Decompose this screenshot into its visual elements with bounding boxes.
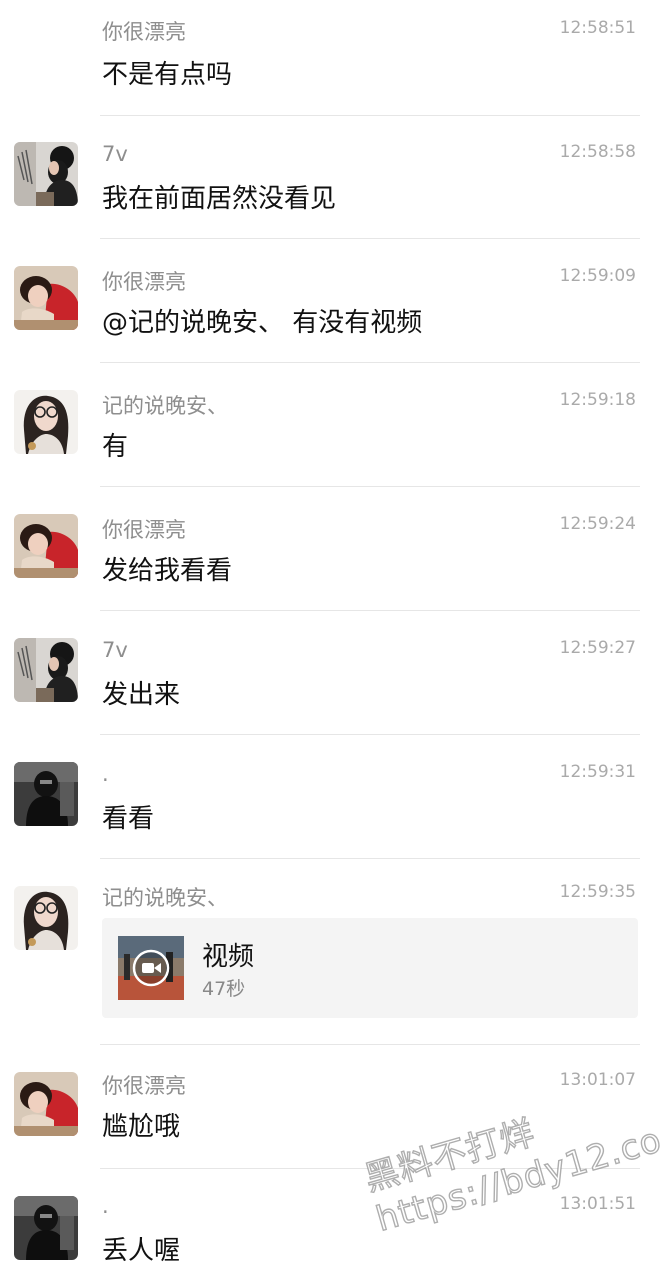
message-time: 12:59:09 xyxy=(559,266,636,286)
avatar-glasses-girl[interactable] xyxy=(14,390,78,454)
sender-name: 7v xyxy=(102,142,128,166)
message-text: 发给我看看 xyxy=(102,556,233,586)
message-row[interactable]: 7v 12:59:27 发出来 xyxy=(0,612,666,736)
message-time: 12:59:27 xyxy=(559,638,636,658)
message-text: 我在前面居然没看见 xyxy=(102,184,337,214)
message-row[interactable]: 你很漂亮 12:59:24 发给我看看 xyxy=(0,488,666,612)
message-time: 12:59:24 xyxy=(559,514,636,534)
row-divider xyxy=(100,734,640,735)
message-time: 13:01:51 xyxy=(559,1194,636,1214)
message-row[interactable]: 记的说晚安、 12:59:18 有 xyxy=(0,364,666,488)
row-divider xyxy=(100,858,640,859)
video-camera-icon xyxy=(142,960,162,976)
row-divider xyxy=(100,238,640,239)
sender-name: . xyxy=(102,1194,109,1218)
message-text: 看看 xyxy=(102,804,155,834)
video-title: 视频 xyxy=(202,942,255,972)
sender-name: 记的说晚安、 xyxy=(102,886,228,910)
avatar-red-girl[interactable] xyxy=(14,266,78,330)
row-divider xyxy=(100,362,640,363)
sender-name: 记的说晚安、 xyxy=(102,394,228,418)
message-row[interactable]: . 12:59:31 看看 xyxy=(0,736,666,860)
video-message-card[interactable]: 视频 47秒 xyxy=(102,918,638,1018)
sender-name: 7v xyxy=(102,638,128,662)
message-row[interactable]: 7v 12:58:58 我在前面居然没看见 xyxy=(0,116,666,240)
message-text: 丢人喔 xyxy=(102,1236,181,1266)
sender-name: 你很漂亮 xyxy=(102,518,186,542)
avatar-dark-figure[interactable] xyxy=(14,1196,78,1260)
avatar-dark-hair[interactable] xyxy=(14,638,78,702)
row-divider xyxy=(100,1044,640,1045)
sender-name: . xyxy=(102,762,109,786)
row-divider xyxy=(100,486,640,487)
message-text: 尴尬哦 xyxy=(102,1112,181,1142)
message-text: @记的说晚安、 有没有视频 xyxy=(102,308,423,338)
message-time: 12:59:35 xyxy=(559,882,636,902)
chat-history-list: 你很漂亮 12:58:51 不是有点吗 7v 12:58:58 我在前面居然没看… xyxy=(0,0,666,1280)
message-row[interactable]: 记的说晚安、 12:59:35 视频 47秒 xyxy=(0,860,666,1046)
video-duration: 47秒 xyxy=(202,978,246,1000)
message-time: 12:58:58 xyxy=(559,142,636,162)
message-row[interactable]: 你很漂亮 12:59:09 @记的说晚安、 有没有视频 xyxy=(0,240,666,364)
message-text: 有 xyxy=(102,432,129,462)
sender-name: 你很漂亮 xyxy=(102,270,186,294)
avatar-dark-figure[interactable] xyxy=(14,762,78,826)
message-time: 12:59:31 xyxy=(559,762,636,782)
sender-name: 你很漂亮 xyxy=(102,20,186,44)
sender-name: 你很漂亮 xyxy=(102,1074,186,1098)
avatar-red-girl[interactable] xyxy=(14,1072,78,1136)
row-divider xyxy=(100,610,640,611)
avatar-glasses-girl[interactable] xyxy=(14,886,78,950)
avatar-dark-hair[interactable] xyxy=(14,142,78,206)
message-text: 不是有点吗 xyxy=(102,60,233,90)
message-time: 12:58:51 xyxy=(559,18,636,38)
message-text: 发出来 xyxy=(102,680,181,710)
message-row[interactable]: 你很漂亮 12:58:51 不是有点吗 xyxy=(0,0,666,116)
avatar-red-girl[interactable] xyxy=(14,514,78,578)
message-time: 12:59:18 xyxy=(559,390,636,410)
